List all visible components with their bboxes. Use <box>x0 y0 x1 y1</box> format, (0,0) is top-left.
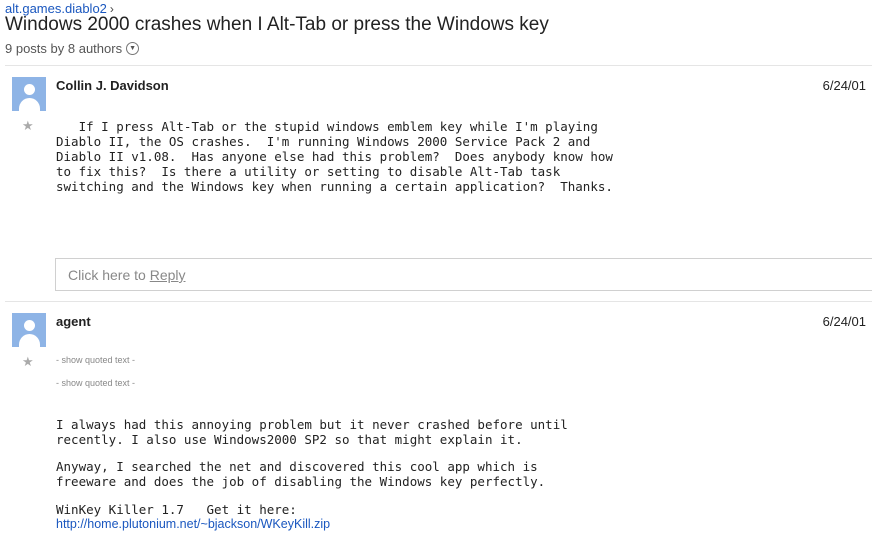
post-paragraph: WinKey Killer 1.7 Get it here: <box>56 502 297 517</box>
reply-placeholder: Click here to Reply <box>68 267 186 283</box>
star-icon[interactable]: ★ <box>22 118 34 134</box>
person-icon <box>24 320 35 331</box>
download-link[interactable]: http://home.plutonium.net/~bjackson/WKey… <box>56 517 330 532</box>
show-quoted-text-1[interactable]: - show quoted text - <box>56 355 135 365</box>
divider <box>5 65 872 66</box>
post-paragraph: Anyway, I searched the net and discovere… <box>56 459 546 489</box>
avatar[interactable] <box>12 77 46 111</box>
avatar[interactable] <box>12 313 46 347</box>
post-date: 6/24/01 <box>822 78 866 93</box>
show-quoted-text-2[interactable]: - show quoted text - <box>56 378 135 388</box>
thread-title: Windows 2000 crashes when I Alt-Tab or p… <box>5 14 549 35</box>
star-icon[interactable]: ★ <box>22 354 34 370</box>
thread-meta: 9 posts by 8 authors ▼ <box>5 41 140 56</box>
post-count: 9 posts by 8 authors <box>5 41 123 56</box>
reply-box[interactable]: Click here to Reply <box>55 258 872 291</box>
divider <box>5 301 872 302</box>
person-icon <box>24 84 35 95</box>
post-author[interactable]: Collin J. Davidson <box>56 78 169 93</box>
post-paragraph: I always had this annoying problem but i… <box>56 417 568 447</box>
post-body: If I press Alt-Tab or the stupid windows… <box>56 119 613 194</box>
chevron-down-icon[interactable]: ▼ <box>126 42 140 55</box>
post-date: 6/24/01 <box>822 314 866 329</box>
reply-link[interactable]: Reply <box>150 267 186 283</box>
post-author[interactable]: agent <box>56 314 91 329</box>
